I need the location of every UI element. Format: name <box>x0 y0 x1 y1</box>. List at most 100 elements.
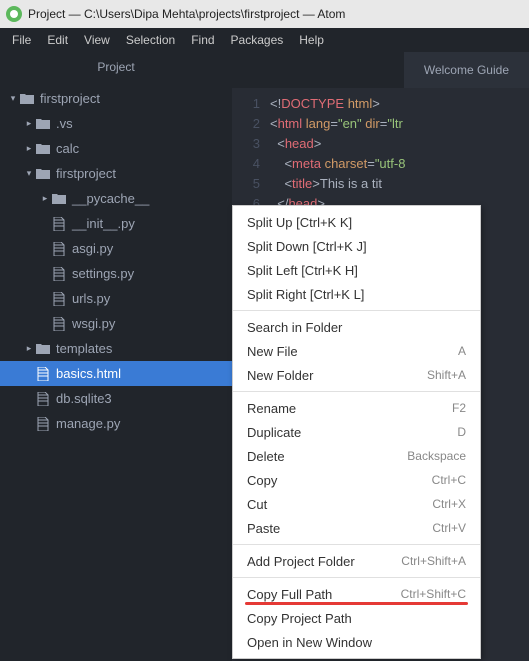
tree-file-settings[interactable]: settings.py <box>0 261 232 286</box>
menu-item-shortcut: Ctrl+V <box>432 521 466 535</box>
chevron-down-icon: ▾ <box>24 168 34 179</box>
ctx-duplicate[interactable]: Duplicate D <box>233 420 480 444</box>
tree-label: __init__.py <box>72 216 135 231</box>
ctx-split-down-ctrl-k-j[interactable]: Split Down [Ctrl+K J] <box>233 234 480 258</box>
tree-label: basics.html <box>56 366 121 381</box>
file-tree: ▾ firstproject ▸ .vs ▸ calc ▾ firstproje… <box>0 82 232 440</box>
tree-label: firstproject <box>56 166 116 181</box>
menu-item-label: Split Right [Ctrl+K L] <box>247 287 364 302</box>
tree-folder-firstproject[interactable]: ▾ firstproject <box>0 161 232 186</box>
ctx-copy-project-path[interactable]: Copy Project Path <box>233 606 480 630</box>
menu-item-label: Copy <box>247 473 277 488</box>
tree-file-init[interactable]: __init__.py <box>0 211 232 236</box>
chevron-down-icon: ▾ <box>8 93 18 104</box>
menubar: File Edit View Selection Find Packages H… <box>0 28 529 52</box>
ctx-split-right-ctrl-k-l[interactable]: Split Right [Ctrl+K L] <box>233 282 480 306</box>
sidebar-header: Project <box>0 52 232 82</box>
menu-item-label: Search in Folder <box>247 320 342 335</box>
menu-find[interactable]: Find <box>183 33 222 47</box>
file-icon <box>50 317 68 331</box>
chevron-right-icon: ▸ <box>40 193 50 204</box>
ctx-delete[interactable]: DeleteBackspace <box>233 444 480 468</box>
tree-folder-calc[interactable]: ▸ calc <box>0 136 232 161</box>
folder-icon <box>50 193 68 205</box>
folder-icon <box>34 118 52 130</box>
tree-file-manage[interactable]: manage.py <box>0 411 232 436</box>
menu-item-label: Delete <box>247 449 285 464</box>
context-menu: Split Up [Ctrl+K K]Split Down [Ctrl+K J]… <box>232 205 481 659</box>
menu-selection[interactable]: Selection <box>118 33 183 47</box>
menu-file[interactable]: File <box>4 33 39 47</box>
tree-label: __pycache__ <box>72 191 149 206</box>
folder-icon <box>34 143 52 155</box>
tree-folder-vs[interactable]: ▸ .vs <box>0 111 232 136</box>
ctx-search-in-folder[interactable]: Search in Folder <box>233 315 480 339</box>
menu-item-shortcut: Ctrl+C <box>432 473 466 487</box>
tree-file-db[interactable]: db.sqlite3 <box>0 386 232 411</box>
menu-item-shortcut: Ctrl+X <box>432 497 466 511</box>
tree-file-asgi[interactable]: asgi.py <box>0 236 232 261</box>
tree-label: urls.py <box>72 291 110 306</box>
menu-item-label: Copy Full Path <box>247 587 332 602</box>
menu-item-label: Split Left [Ctrl+K H] <box>247 263 358 278</box>
menu-item-label: Rename <box>247 401 296 416</box>
ctx-cut[interactable]: Cut Ctrl+X <box>233 492 480 516</box>
menu-item-label: Add Project Folder <box>247 554 355 569</box>
menu-item-label: Paste <box>247 521 280 536</box>
tree-root[interactable]: ▾ firstproject <box>0 86 232 111</box>
tree-label: asgi.py <box>72 241 113 256</box>
menu-item-label: Cut <box>247 497 267 512</box>
menu-item-shortcut: Shift+A <box>427 368 466 382</box>
menu-item-label: Open in New Window <box>247 635 372 650</box>
menu-item-shortcut: Ctrl+Shift+C <box>401 587 466 601</box>
ctx-copy-full-path[interactable]: Copy Full Path Ctrl+Shift+C <box>233 582 480 606</box>
tree-file-wsgi[interactable]: wsgi.py <box>0 311 232 336</box>
menu-help[interactable]: Help <box>291 33 332 47</box>
menu-separator <box>233 544 480 545</box>
ctx-rename[interactable]: RenameF2 <box>233 396 480 420</box>
ctx-add-project-folder[interactable]: Add Project Folder Ctrl+Shift+A <box>233 549 480 573</box>
menu-item-shortcut: Ctrl+Shift+A <box>401 554 466 568</box>
ctx-paste[interactable]: Paste Ctrl+V <box>233 516 480 540</box>
tree-folder-pycache[interactable]: ▸ __pycache__ <box>0 186 232 211</box>
file-icon <box>34 392 52 406</box>
menu-separator <box>233 577 480 578</box>
chevron-right-icon: ▸ <box>24 118 34 129</box>
tree-file-urls[interactable]: urls.py <box>0 286 232 311</box>
file-icon <box>34 367 52 381</box>
folder-icon <box>18 93 36 105</box>
tree-label: firstproject <box>40 91 100 106</box>
menu-edit[interactable]: Edit <box>39 33 76 47</box>
titlebar: Project — C:\Users\Dipa Mehta\projects\f… <box>0 0 529 28</box>
ctx-new-file[interactable]: New File A <box>233 339 480 363</box>
folder-icon <box>34 343 52 355</box>
tree-folder-templates[interactable]: ▸ templates <box>0 336 232 361</box>
ctx-open-in-new-window[interactable]: Open in New Window <box>233 630 480 654</box>
menu-view[interactable]: View <box>76 33 118 47</box>
tree-label: calc <box>56 141 79 156</box>
tab-welcome-guide[interactable]: Welcome Guide <box>404 52 529 88</box>
ctx-split-left-ctrl-k-h[interactable]: Split Left [Ctrl+K H] <box>233 258 480 282</box>
chevron-right-icon: ▸ <box>24 343 34 354</box>
menu-item-label: New Folder <box>247 368 313 383</box>
menu-item-label: Duplicate <box>247 425 301 440</box>
tree-label: manage.py <box>56 416 120 431</box>
menu-item-shortcut: A <box>458 344 466 358</box>
ctx-copy[interactable]: Copy Ctrl+C <box>233 468 480 492</box>
folder-icon <box>34 168 52 180</box>
menu-item-shortcut: D <box>457 425 466 439</box>
menu-separator <box>233 391 480 392</box>
menu-item-label: New File <box>247 344 298 359</box>
tree-label: settings.py <box>72 266 134 281</box>
menu-packages[interactable]: Packages <box>223 33 292 47</box>
file-icon <box>50 292 68 306</box>
ctx-new-folder[interactable]: New Folder Shift+A <box>233 363 480 387</box>
ctx-split-up-ctrl-k-k[interactable]: Split Up [Ctrl+K K] <box>233 210 480 234</box>
menu-item-label: Copy Project Path <box>247 611 352 626</box>
tree-label: .vs <box>56 116 73 131</box>
highlight-underline <box>245 602 468 605</box>
file-icon <box>50 217 68 231</box>
tree-file-basics[interactable]: basics.html <box>0 361 232 386</box>
app-icon <box>6 6 22 22</box>
title-text: Project — C:\Users\Dipa Mehta\projects\f… <box>28 7 345 21</box>
